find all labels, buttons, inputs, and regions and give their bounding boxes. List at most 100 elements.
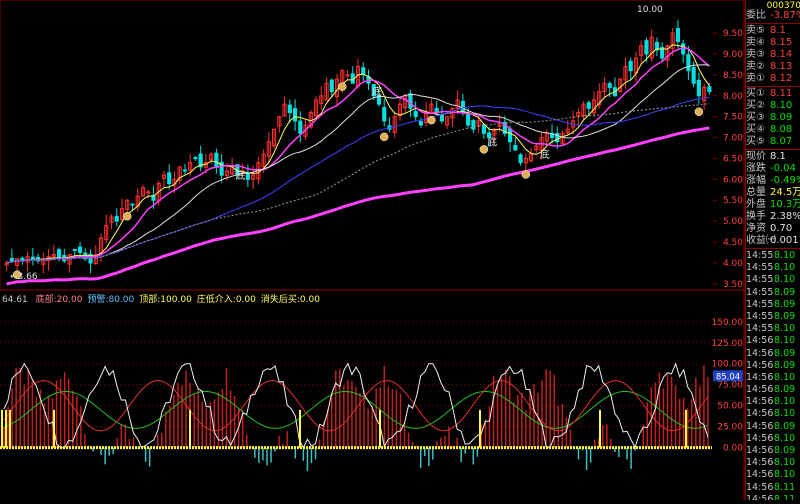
ask-row[interactable]: 卖③ 8.14 <box>746 49 800 61</box>
candle-body <box>245 172 250 180</box>
tick-row: 14:56 8.09 <box>746 348 800 360</box>
tick-time: 14:56 <box>746 408 774 420</box>
bottom-signal-label: 底 <box>236 169 246 182</box>
candle-body <box>518 154 523 164</box>
tick-time: 14:55 <box>746 310 774 322</box>
chart-area[interactable]: 底底底底 10.00 ←3.66 150.00 125.00 100.00 75.00 50… <box>0 0 745 500</box>
tick-time: 14:56 <box>746 432 774 444</box>
tick-price: 8.10 <box>774 457 796 469</box>
tick-time: 14:55 <box>746 286 774 298</box>
indicator-axis-label: 50.00 <box>717 402 743 412</box>
tick-row: 14:55 8.10 <box>746 250 800 262</box>
tick-time: 14:56 <box>746 457 774 469</box>
tick-price: 8.10 <box>774 469 796 481</box>
ask-row[interactable]: 卖② 8.13 <box>746 61 800 73</box>
legend-item: 庄低介入:0.00 <box>196 295 256 305</box>
bid-row[interactable]: 买② 8.10 <box>746 100 800 112</box>
bid-row[interactable]: 买⑤ 8.07 <box>746 136 800 148</box>
tick-time: 14:55 <box>746 274 774 286</box>
stat-label: 总量 <box>746 187 766 198</box>
ask-row[interactable]: 卖⑤ 8.1 <box>746 25 800 37</box>
bid-value: 8.11 <box>770 88 793 99</box>
stat-row[interactable]: 涨跌 -0.04 <box>746 163 800 175</box>
ask-row[interactable]: 卖① 8.12 <box>746 73 800 85</box>
candle-body <box>292 108 298 122</box>
bid-label: 买② <box>746 100 765 111</box>
stat-label: 涨跌 <box>746 163 766 174</box>
tick-row: 14:56 8.10 <box>746 469 800 481</box>
stat-row[interactable]: 总量 24.5万 <box>746 187 800 199</box>
tick-time: 14:56 <box>746 420 774 432</box>
tick-time: 14:56 <box>746 371 774 383</box>
tick-row: 14:56 8.09 <box>746 360 800 372</box>
candle-body <box>696 79 701 97</box>
tick-price: 8.10 <box>774 274 796 286</box>
tick-row: 14:56 8.09 <box>746 384 800 396</box>
ask-label: 卖⑤ <box>746 25 765 36</box>
candle-body <box>167 172 172 185</box>
ask-label: 卖④ <box>746 37 765 48</box>
candle-body <box>345 74 350 77</box>
stat-label: 换手 <box>746 211 766 222</box>
stat-row[interactable]: 换手 2.38% <box>746 211 800 223</box>
bid-row[interactable]: 买① 8.11 <box>746 88 800 100</box>
indicator-legend: 64.61 底部:20.00 预警:80.00 顶部:100.00 庄低介入:0.00… <box>2 292 320 305</box>
tick-price: 8.09 <box>774 445 796 456</box>
stat-value: 0.001 <box>770 235 799 246</box>
low-price-label: ←3.66 <box>10 272 38 282</box>
candle-body <box>508 128 513 143</box>
price-axis-label: 5.50 <box>723 196 743 206</box>
stat-row[interactable]: 收益㈠ 0.001 <box>746 235 800 247</box>
weibi-label: 委比 <box>746 10 766 21</box>
candle-body <box>214 152 219 168</box>
indicator-axis-label: 0.00 <box>723 444 743 454</box>
candle-body <box>130 203 135 206</box>
candle-body <box>193 157 198 160</box>
stat-row[interactable]: 外盘 10.3万 <box>746 199 800 211</box>
candle-body <box>691 66 696 84</box>
candle-body <box>182 169 188 172</box>
candle-body <box>513 144 518 151</box>
tick-price: 8.09 <box>774 359 796 371</box>
tick-time: 14:56 <box>746 335 774 347</box>
stat-value: 24.5万 <box>770 187 800 198</box>
indicator-badge: 85.04 <box>716 372 740 382</box>
money-bag-icon <box>694 107 704 117</box>
stat-label: 外盘 <box>746 199 766 210</box>
candle-body <box>586 102 591 109</box>
tick-row: 14:55 8.10 <box>746 323 800 335</box>
price-axis-label: 3.50 <box>723 280 743 290</box>
tick-row: 14:55 8.10 <box>746 262 800 274</box>
candle-body <box>77 246 83 253</box>
stat-row[interactable]: 现价 8.1 <box>746 151 800 163</box>
kline-svg[interactable]: 底底底底10.00←3.66 150.00125.00100.0075.0050… <box>0 0 745 500</box>
ask-row[interactable]: 卖④ 8.15 <box>746 37 800 49</box>
candle-body <box>413 111 418 118</box>
stat-row[interactable]: 涨幅 -0.49% <box>746 175 800 187</box>
high-price-label: 10.00 <box>637 5 663 15</box>
ask-value: 8.13 <box>770 61 793 72</box>
stat-label: 净资 <box>746 223 766 234</box>
tick-price: 8.10 <box>774 371 796 383</box>
indicator-axis-label: 25.00 <box>717 423 743 433</box>
bid-row[interactable]: 买④ 8.08 <box>746 124 800 136</box>
bid-row[interactable]: 买③ 8.09 <box>746 112 800 124</box>
price-axis-label: 9.00 <box>723 50 743 60</box>
bottom-signal-label: 底 <box>372 85 382 98</box>
tick-row: 14:56 8.10 <box>746 396 800 408</box>
quote-panel: 000370 委比 -3.87% 卖⑤ 8.1 卖④ 8.15 卖③ 8.14 卖② 8.13… <box>745 0 800 500</box>
price-axis-label: 5.00 <box>723 217 743 227</box>
bid-value: 8.07 <box>770 136 793 147</box>
tick-time: 14:56 <box>746 384 774 396</box>
bid-label: 买④ <box>746 124 765 135</box>
tick-price: 8.09 <box>774 420 796 432</box>
stat-value: 10.3万 <box>770 199 800 210</box>
stat-label: 收益㈠ <box>746 235 776 246</box>
tick-time: 14:56 <box>746 493 774 500</box>
stat-row[interactable]: 净资 0.70 <box>746 223 800 235</box>
tick-row: 14:55 8.09 <box>746 311 800 323</box>
stat-value: 8.1 <box>770 151 786 162</box>
bid-label: 买⑤ <box>746 136 765 147</box>
tick-row: 14:56 8.10 <box>746 408 800 420</box>
money-bag-icon <box>338 82 347 91</box>
